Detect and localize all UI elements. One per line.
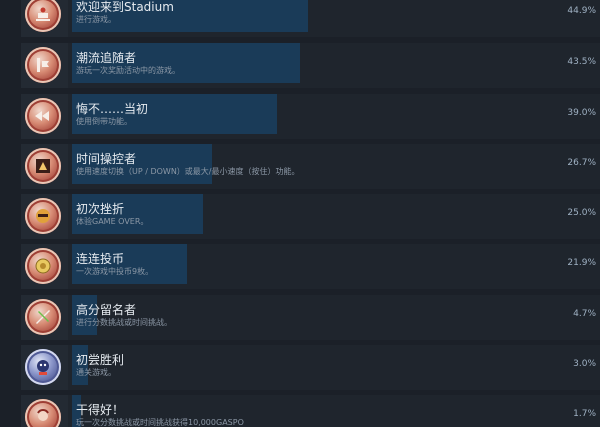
achievement-title: 高分留名者 — [76, 303, 137, 317]
achievement-icon-cell — [21, 43, 68, 88]
achievement-list: 欢迎来到Stadium 进行游戏。 44.9% 潮流追随者 游玩一次奖励活动中的… — [0, 0, 600, 427]
achievement-description: 游玩一次奖励活动中的游戏。 — [76, 66, 180, 75]
achievement-content: 干得好！ 玩一次分数挑战或时间挑战获得10,000GASPO 1.7% — [72, 395, 600, 427]
achievement-percentage: 1.7% — [573, 409, 596, 419]
achievement-title: 初次挫折 — [76, 202, 125, 216]
achievement-row[interactable]: 欢迎来到Stadium 进行游戏。 44.9% — [21, 0, 600, 37]
achievement-title: 欢迎来到Stadium — [76, 0, 174, 14]
achievement-content: 时间操控者 使用速度切换（UP / DOWN）或最大/最小速度（按住）功能。 2… — [72, 144, 600, 189]
achievement-row[interactable]: 干得好！ 玩一次分数挑战或时间挑战获得10,000GASPO 1.7% — [21, 395, 600, 427]
achievement-content: 潮流追随者 游玩一次奖励活动中的游戏。 43.5% — [72, 43, 600, 88]
challenge-icon — [25, 299, 61, 335]
achievement-percentage: 44.9% — [567, 6, 596, 16]
achievement-title: 时间操控者 — [76, 152, 137, 166]
achievement-title: 潮流追随者 — [76, 51, 137, 65]
achievement-percentage: 3.0% — [573, 359, 596, 369]
achievement-percentage: 26.7% — [567, 158, 596, 168]
achievement-content: 欢迎来到Stadium 进行游戏。 44.9% — [72, 0, 600, 37]
achievement-description: 玩一次分数挑战或时间挑战获得10,000GASPO — [76, 418, 244, 427]
achievement-description: 使用速度切换（UP / DOWN）或最大/最小速度（按住）功能。 — [76, 167, 300, 176]
achievement-title: 初尝胜利 — [76, 353, 125, 367]
achievement-percentage: 21.9% — [567, 258, 596, 268]
achievement-icon-cell — [21, 0, 68, 37]
achievement-row[interactable]: 时间操控者 使用速度切换（UP / DOWN）或最大/最小速度（按住）功能。 2… — [21, 144, 600, 189]
achievement-row[interactable]: 初尝胜利 通关游戏。 3.0% — [21, 345, 600, 390]
victory-icon — [25, 349, 61, 385]
game-over-icon — [25, 198, 61, 234]
achievement-icon-cell — [21, 144, 68, 189]
achievement-description: 体验GAME OVER。 — [76, 217, 149, 226]
achievement-content: 高分留名者 进行分数挑战或时间挑战。 4.7% — [72, 295, 600, 340]
achievement-content: 连连投币 一次游戏中投币9枚。 21.9% — [72, 244, 600, 289]
achievement-content: 初尝胜利 通关游戏。 3.0% — [72, 345, 600, 390]
achievement-row[interactable]: 初次挫折 体验GAME OVER。 25.0% — [21, 194, 600, 239]
achievement-title: 悔不……当初 — [76, 102, 149, 116]
achievement-content: 初次挫折 体验GAME OVER。 25.0% — [72, 194, 600, 239]
rewind-icon — [25, 98, 61, 134]
achievement-icon-cell — [21, 345, 68, 390]
achievement-percentage: 25.0% — [567, 208, 596, 218]
achievement-title: 干得好！ — [76, 403, 125, 417]
achievement-description: 通关游戏。 — [76, 368, 116, 377]
stadium-icon — [25, 0, 61, 32]
achievement-title: 连连投币 — [76, 252, 125, 266]
achievement-row[interactable]: 悔不……当初 使用倒带功能。 39.0% — [21, 94, 600, 139]
achievement-percentage: 4.7% — [573, 309, 596, 319]
achievement-content: 悔不……当初 使用倒带功能。 39.0% — [72, 94, 600, 139]
good-job-icon — [25, 399, 61, 427]
achievement-percentage: 39.0% — [567, 108, 596, 118]
achievement-row[interactable]: 连连投币 一次游戏中投币9枚。 21.9% — [21, 244, 600, 289]
achievement-icon-cell — [21, 395, 68, 427]
achievement-icon-cell — [21, 244, 68, 289]
speed-control-icon — [25, 148, 61, 184]
achievement-row[interactable]: 高分留名者 进行分数挑战或时间挑战。 4.7% — [21, 295, 600, 340]
bonus-game-icon — [25, 47, 61, 83]
achievement-description: 进行游戏。 — [76, 15, 116, 24]
coin-icon — [25, 248, 61, 284]
achievement-row[interactable]: 潮流追随者 游玩一次奖励活动中的游戏。 43.5% — [21, 43, 600, 88]
achievement-description: 一次游戏中投币9枚。 — [76, 267, 154, 276]
achievement-icon-cell — [21, 194, 68, 239]
achievement-icon-cell — [21, 94, 68, 139]
achievement-description: 使用倒带功能。 — [76, 117, 132, 126]
achievement-description: 进行分数挑战或时间挑战。 — [76, 318, 172, 327]
achievement-icon-cell — [21, 295, 68, 340]
achievement-percentage: 43.5% — [567, 57, 596, 67]
